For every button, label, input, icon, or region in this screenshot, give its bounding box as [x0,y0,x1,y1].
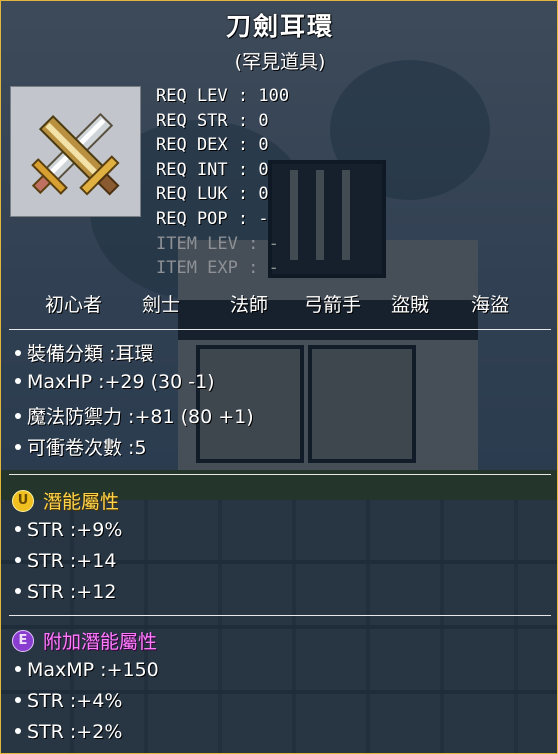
requirement-separator: : [227,184,259,205]
bonus-potential-line: STR :+4% [15,690,122,712]
bullet-icon [15,587,21,594]
stat-text: 魔法防禦力 :+81 (80 +1) [27,406,254,428]
potential-line: STR :+14 [15,550,116,572]
bullet-icon [15,727,21,734]
stat-line: 裝備分類 :耳環 [15,339,153,366]
requirement-separator: : [227,110,259,131]
bonus-potential-text: MaxMP :+150 [27,659,159,681]
requirement-value: 100 [258,86,290,106]
item-name: 刀劍耳環 [225,12,334,41]
requirement-row: REQ LUK : 0 [156,182,289,207]
requirement-row: REQ DEX : 0 [156,133,289,158]
requirement-row: ITEM EXP : - [156,256,289,281]
requirement-row: REQ POP : - [156,207,289,232]
bonus-potential-title: 附加潛能屬性 [43,631,158,653]
bullet-icon [15,525,21,532]
stat-line: 可衝卷次數 :5 [15,433,147,460]
bullet-icon [15,412,21,419]
bonus-potential-line: STR :+2% [15,721,122,743]
potential-title: 潛能屬性 [43,491,120,513]
requirement-separator: : [227,159,259,180]
stat-text: 可衝卷次數 :5 [27,437,147,459]
sword-earring-icon [31,112,120,196]
unique-potential-badge-icon: U [12,490,34,512]
requirement-value: - [268,258,279,279]
requirement-value: 0 [258,135,269,156]
bonus-potential-line: MaxMP :+150 [15,659,159,681]
requirement-separator: : [227,135,259,156]
job-magician: 法師 [230,294,269,316]
requirement-separator: : [227,208,259,229]
divider [9,615,551,616]
requirement-label: ITEM EXP [156,258,238,279]
stat-text: 裝備分類 :耳環 [27,343,154,365]
bullet-icon [15,665,21,672]
requirement-label: REQ LUK [156,184,228,205]
potential-line: STR :+12 [15,581,116,603]
requirement-value: 0 [258,110,269,131]
requirement-separator: : [227,86,259,106]
requirement-label: REQ LEV [156,86,228,106]
requirement-label: REQ DEX [156,135,228,156]
item-rarity: (罕見道具) [234,51,326,73]
job-thief: 盜賊 [391,294,430,316]
stat-line: MaxHP :+29 (30 -1) [15,371,215,393]
bonus-potential-text: STR :+2% [27,721,123,743]
bullet-icon [15,696,21,703]
bonus-potential-text: STR :+4% [27,690,123,712]
divider [9,474,551,475]
requirement-value: 0 [258,159,269,180]
item-tooltip: 刀劍耳環 (罕見道具) REQ LEV : 100 REQ STR : 0 REQ … [0,0,558,754]
requirement-separator: : [237,233,269,254]
requirements-list: REQ LEV : 100 REQ STR : 0 REQ DEX : 0 REQ I… [156,84,289,281]
job-pirate: 海盜 [471,294,510,316]
requirement-value: - [268,233,279,254]
bullet-icon [15,556,21,563]
stat-text: MaxHP :+29 (30 -1) [27,371,215,393]
job-bowman: 弓箭手 [304,294,362,316]
divider [9,329,551,330]
requirement-separator: : [237,258,269,279]
job-beginner: 初心者 [45,294,103,316]
requirement-row: REQ INT : 0 [156,158,289,183]
bullet-icon [15,349,21,356]
stat-line: 魔法防禦力 :+81 (80 +1) [15,402,254,429]
epic-potential-badge-icon: E [12,630,34,652]
requirement-label: ITEM LEV [156,233,238,254]
requirement-label: REQ STR [156,110,228,131]
requirement-value: - [258,208,269,229]
potential-text: STR :+14 [27,550,117,572]
bullet-icon [15,377,21,384]
bullet-icon [15,443,21,450]
job-warrior: 劍士 [142,294,181,316]
potential-text: STR :+12 [27,581,117,603]
item-icon-frame [10,86,141,217]
requirement-row: REQ LEV : 100 [156,84,289,109]
requirement-label: REQ POP [156,208,228,229]
requirement-row: ITEM LEV : - [156,232,289,257]
potential-line: STR :+9% [15,519,122,541]
requirement-row: REQ STR : 0 [156,109,289,134]
potential-text: STR :+9% [27,519,123,541]
requirement-label: REQ INT [156,159,228,180]
requirement-value: 0 [258,184,269,205]
